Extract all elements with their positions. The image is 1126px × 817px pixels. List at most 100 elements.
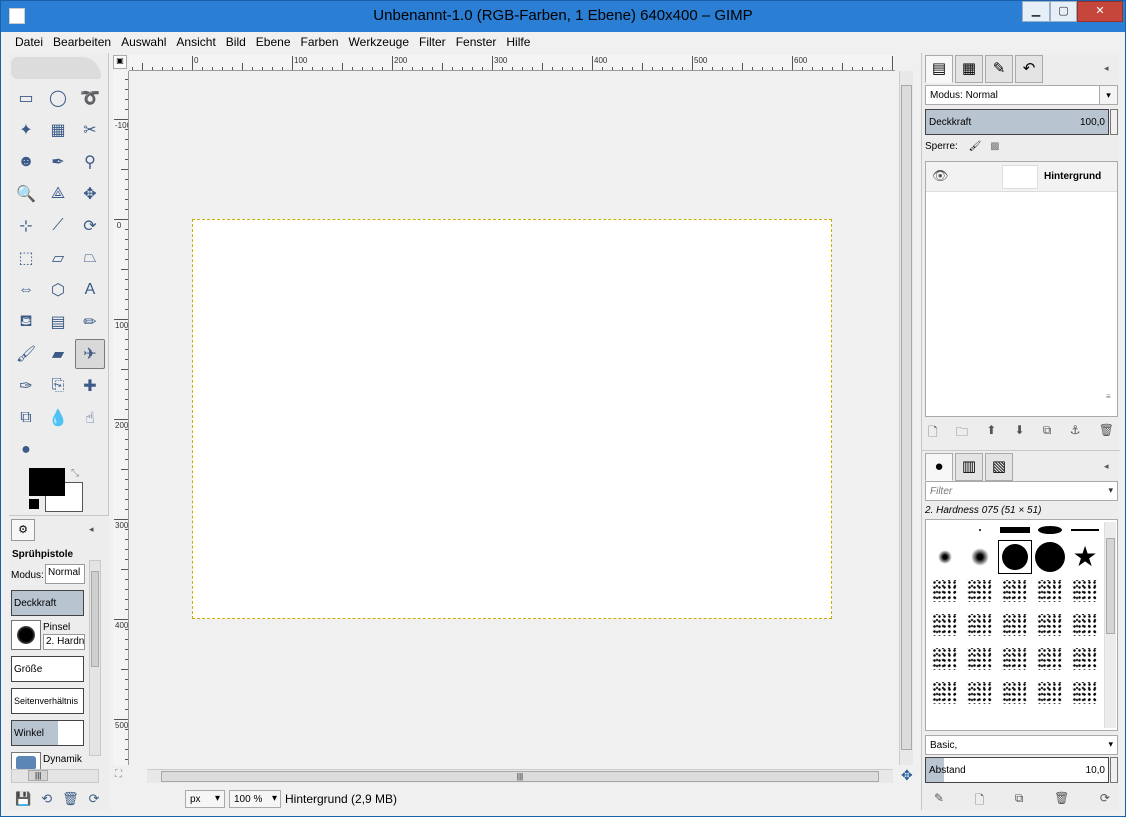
aspect-ratio-slider[interactable]: Seitenverhältnis xyxy=(11,688,84,714)
brush-item[interactable] xyxy=(1033,642,1067,676)
hscroll-thumb[interactable]: ||| xyxy=(161,771,879,782)
brush-preview-button[interactable] xyxy=(11,620,41,650)
menu-datei[interactable]: Datei xyxy=(9,32,47,49)
free-select-icon[interactable]: ➰ xyxy=(75,83,105,113)
brush-item[interactable] xyxy=(963,676,997,710)
brush-grid[interactable]: ★ xyxy=(925,519,1118,731)
dodge-burn-icon[interactable]: ● xyxy=(11,435,41,465)
bucket-fill-icon[interactable]: ⛾ xyxy=(11,307,41,337)
angle-slider[interactable]: Winkel xyxy=(11,720,84,746)
brush-name-field[interactable]: 2. Hardness 075 xyxy=(43,634,85,650)
brush-item[interactable] xyxy=(928,574,962,608)
gradients-tab-icon[interactable]: ▧ xyxy=(985,453,1013,481)
ink-icon[interactable]: ✑ xyxy=(11,371,41,401)
fuzzy-select-icon[interactable]: ✦ xyxy=(11,115,41,145)
unit-select[interactable]: px ▾ xyxy=(185,790,225,808)
panel-menu-icon[interactable]: ◂ xyxy=(1104,63,1109,74)
delete-options-icon[interactable]: 🗑 xyxy=(62,791,79,809)
anchor-layer-icon[interactable]: ⚓ xyxy=(1070,423,1081,439)
heal-icon[interactable]: ✚ xyxy=(75,371,105,401)
blend-icon[interactable]: ▤ xyxy=(43,307,73,337)
menu-farben[interactable]: Farben xyxy=(295,32,343,49)
rect-select-icon[interactable]: ▭ xyxy=(11,83,41,113)
brush-item[interactable] xyxy=(998,642,1032,676)
brush-item[interactable] xyxy=(963,642,997,676)
menu-fenster[interactable]: Fenster xyxy=(450,32,501,49)
blur-icon[interactable]: 💧 xyxy=(43,403,73,433)
channels-tab-icon[interactable]: ▦ xyxy=(955,55,983,83)
align-icon[interactable]: ⊹ xyxy=(11,211,41,241)
refresh-brushes-icon[interactable]: ⟳ xyxy=(1100,791,1110,807)
foreground-select-icon[interactable]: ☻ xyxy=(11,147,41,177)
hscroll-thumb[interactable]: ||| xyxy=(28,770,49,781)
menu-bild[interactable]: Bild xyxy=(220,32,250,49)
brush-item[interactable] xyxy=(1033,574,1067,608)
ellipse-select-icon[interactable]: ◯ xyxy=(43,83,73,113)
menu-filter[interactable]: Filter xyxy=(413,32,450,49)
canvas-vscrollbar[interactable] xyxy=(899,71,913,765)
brush-scrollbar[interactable] xyxy=(1104,522,1116,728)
patterns-tab-icon[interactable]: ▥ xyxy=(955,453,983,481)
brush-item[interactable] xyxy=(928,540,962,574)
brush-item[interactable] xyxy=(998,540,1032,574)
visibility-eye-icon[interactable]: 👁 xyxy=(932,168,949,184)
close-button[interactable]: ✕ xyxy=(1077,1,1123,22)
size-slider[interactable]: Größe xyxy=(11,656,84,682)
brush-item[interactable] xyxy=(928,608,962,642)
brush-item[interactable] xyxy=(1033,676,1067,710)
brush-item[interactable] xyxy=(1033,520,1067,540)
measure-icon[interactable]: ⟁ xyxy=(43,179,73,209)
duplicate-brush-icon[interactable]: ⧉ xyxy=(1015,791,1024,807)
brush-item[interactable] xyxy=(963,520,997,540)
brush-item[interactable] xyxy=(1068,676,1102,710)
flip-icon[interactable]: ⇔ xyxy=(11,275,41,305)
paths-icon[interactable]: ✒ xyxy=(43,147,73,177)
layer-mode-select[interactable]: Modus: Normal ▾ xyxy=(925,85,1118,105)
swap-colors-icon[interactable]: ⤡ xyxy=(71,468,79,479)
brush-tag-select[interactable]: Basic, ▾ xyxy=(925,735,1118,755)
layer-name[interactable]: Hintergrund xyxy=(1044,171,1101,182)
foreground-color-swatch[interactable] xyxy=(29,468,65,496)
scrollbar-thumb[interactable] xyxy=(91,571,99,667)
brush-item[interactable] xyxy=(1033,540,1067,574)
brush-item[interactable] xyxy=(1068,574,1102,608)
panel-menu-icon[interactable]: ◂ xyxy=(89,524,94,535)
brush-item[interactable] xyxy=(1033,608,1067,642)
vertical-ruler[interactable]: -100 0 100 200 300 400 500 xyxy=(113,71,129,765)
color-picker-icon[interactable]: ⚲ xyxy=(75,147,105,177)
brush-item[interactable] xyxy=(998,574,1032,608)
brush-item[interactable] xyxy=(998,608,1032,642)
brush-item[interactable] xyxy=(928,676,962,710)
brush-item[interactable] xyxy=(1068,642,1102,676)
menu-auswahl[interactable]: Auswahl xyxy=(115,32,170,49)
restore-options-icon[interactable]: ⟲ xyxy=(41,791,52,809)
delete-brush-icon[interactable]: 🗑 xyxy=(1054,791,1069,807)
zoom-icon[interactable]: 🔍 xyxy=(11,179,41,209)
brush-item[interactable] xyxy=(998,676,1032,710)
new-layer-group-icon[interactable]: 🗀 xyxy=(956,423,968,439)
zoom-select[interactable]: 100 % ▾ xyxy=(229,790,281,808)
shear-icon[interactable]: ▱ xyxy=(43,243,73,273)
new-layer-icon[interactable]: 🗋 xyxy=(928,423,938,439)
crop-icon[interactable]: ⟋ xyxy=(43,211,73,241)
panel-menu-icon[interactable]: ◂ xyxy=(1104,461,1109,472)
menu-ansicht[interactable]: Ansicht xyxy=(170,32,219,49)
new-brush-icon[interactable]: 🗋 xyxy=(975,791,985,807)
brush-spacing-slider[interactable]: Abstand 10,0 xyxy=(925,757,1118,783)
navigate-icon[interactable]: ✥ xyxy=(901,767,917,783)
reset-options-icon[interactable]: ⟳ xyxy=(89,791,100,809)
brush-item[interactable] xyxy=(1068,608,1102,642)
layer-opacity-slider[interactable]: Deckkraft 100,0 xyxy=(925,109,1118,135)
layers-tab-icon[interactable]: ▤ xyxy=(925,55,953,83)
menu-werkzeuge[interactable]: Werkzeuge xyxy=(343,32,413,49)
lock-pixels-icon[interactable]: 🖌 xyxy=(969,141,982,152)
smudge-icon[interactable]: ☝ xyxy=(75,403,105,433)
tool-options-scrollbar[interactable] xyxy=(89,560,101,756)
image-canvas[interactable] xyxy=(192,219,832,619)
delete-layer-icon[interactable]: 🗑 xyxy=(1099,423,1114,439)
layers-list[interactable]: 👁 Hintergrund ≡ xyxy=(925,161,1118,417)
undo-tab-icon[interactable]: ↶ xyxy=(1015,55,1043,83)
zoom-to-fit-icon[interactable]: ⛶ xyxy=(115,769,122,780)
paths-tab-icon[interactable]: ✎ xyxy=(985,55,1013,83)
maximize-button[interactable]: ▢ xyxy=(1050,1,1077,22)
